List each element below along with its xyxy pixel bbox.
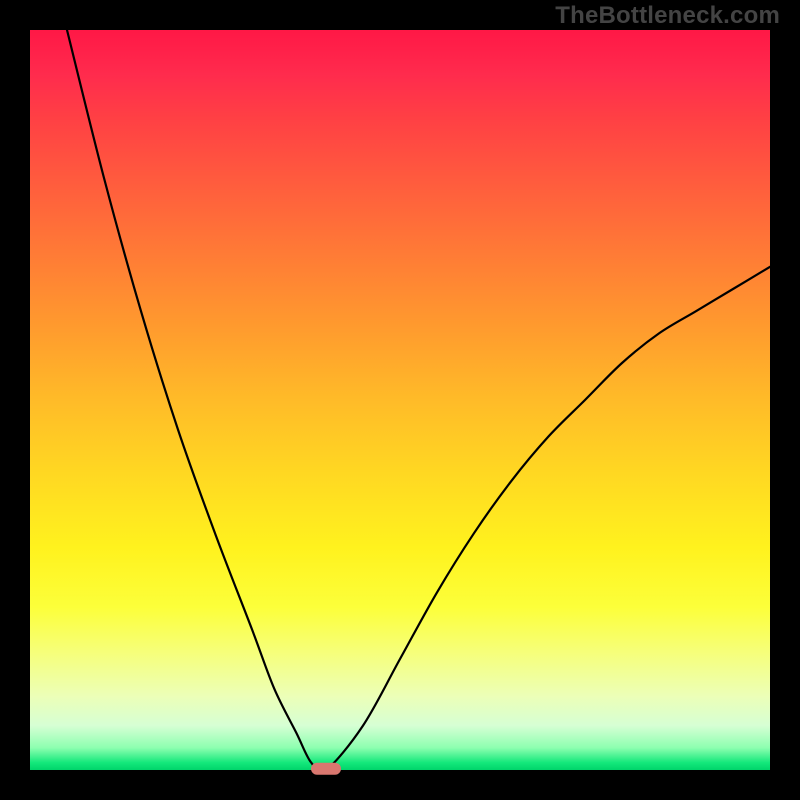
watermark-text: TheBottleneck.com: [555, 2, 780, 30]
minimum-marker: [311, 763, 341, 775]
curve-path: [67, 30, 770, 770]
bottleneck-curve: [30, 30, 770, 770]
plot-area: [30, 30, 770, 770]
chart-frame: TheBottleneck.com: [0, 0, 800, 800]
